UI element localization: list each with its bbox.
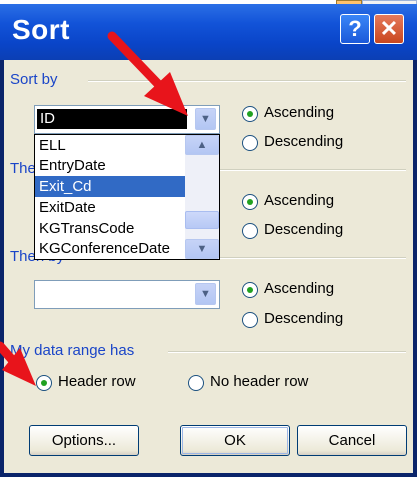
annotation-arrows [0,31,188,386]
arrow-to-dropdown-button [107,31,188,116]
arrow-to-header-row [0,341,36,386]
